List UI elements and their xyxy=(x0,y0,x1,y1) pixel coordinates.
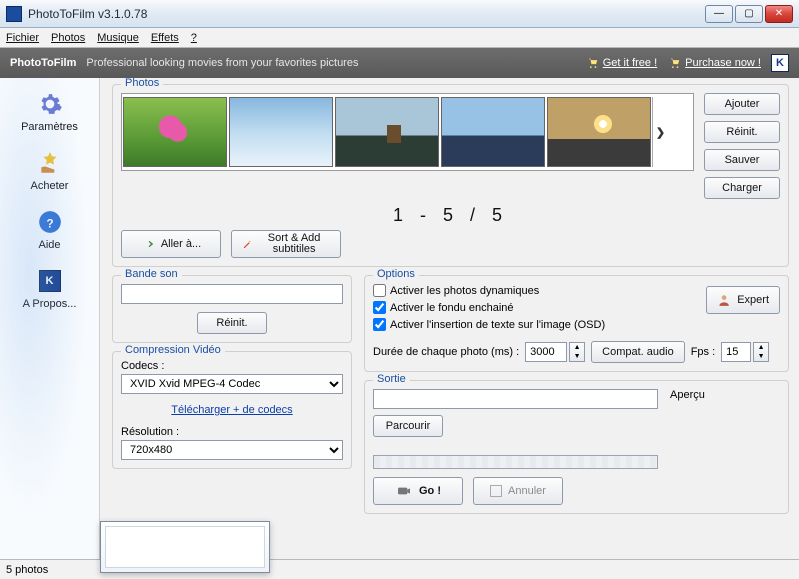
cancel-button[interactable]: Annuler xyxy=(473,477,563,505)
progress-bar xyxy=(373,455,658,469)
soundtrack-group: Bande son Réinit. xyxy=(112,275,352,343)
compression-group: Compression Vidéo Codecs : XVID Xvid MPE… xyxy=(112,351,352,469)
duration-spinner[interactable]: ▲▼ xyxy=(569,342,585,362)
svg-text:?: ? xyxy=(46,216,53,230)
menu-help[interactable]: ? xyxy=(191,32,197,44)
gear-icon xyxy=(36,90,64,118)
title-bar: PhotoToFilm v3.1.0.78 — ▢ ✕ xyxy=(0,0,799,28)
maximize-button[interactable]: ▢ xyxy=(735,5,763,23)
photo-thumb[interactable] xyxy=(123,97,227,167)
stop-icon xyxy=(490,485,502,497)
browse-button[interactable]: Parcourir xyxy=(373,415,443,437)
close-button[interactable]: ✕ xyxy=(765,5,793,23)
add-button[interactable]: Ajouter xyxy=(704,93,780,115)
sidebar-item-about[interactable]: K A Propos... xyxy=(5,261,95,320)
menu-bar: Fichier Photos Musique Effets ? xyxy=(0,28,799,48)
photo-counter: 1 - 5 / 5 xyxy=(121,205,780,226)
strip-next-button[interactable]: ❯ xyxy=(652,97,668,167)
sidebar-item-settings[interactable]: Paramètres xyxy=(5,84,95,143)
duration-label: Durée de chaque photo (ms) : xyxy=(373,346,519,358)
options-legend: Options xyxy=(373,268,419,280)
reset-button[interactable]: Réinit. xyxy=(704,121,780,143)
duration-input[interactable] xyxy=(525,342,567,362)
soundtrack-reset-button[interactable]: Réinit. xyxy=(197,312,267,334)
sidebar-item-label: Paramètres xyxy=(5,121,95,133)
menu-file[interactable]: Fichier xyxy=(6,32,39,44)
task-thumbnail[interactable] xyxy=(100,521,270,573)
person-icon xyxy=(717,292,731,308)
cart-icon xyxy=(667,56,681,70)
soundtrack-input[interactable] xyxy=(121,284,343,304)
photos-group: Photos ❯ Ajouter Réinit. Sauver Charger xyxy=(112,84,789,267)
fps-spinner[interactable]: ▲▼ xyxy=(753,342,769,362)
cart-icon xyxy=(585,56,599,70)
output-path-input[interactable] xyxy=(373,389,658,409)
expert-button[interactable]: Expert xyxy=(706,286,780,314)
download-codecs-link[interactable]: Télécharger + de codecs xyxy=(171,404,292,416)
photo-strip[interactable]: ❯ xyxy=(121,93,694,171)
window-title: PhotoToFilm v3.1.0.78 xyxy=(28,7,705,21)
resolution-select[interactable]: 720x480 xyxy=(121,440,343,460)
fps-label: Fps : xyxy=(691,346,715,358)
hand-star-icon xyxy=(36,149,64,177)
sidebar: Paramètres Acheter ? Aide K A Propos... xyxy=(0,78,100,559)
soundtrack-legend: Bande son xyxy=(121,268,182,280)
content-area: Photos ❯ Ajouter Réinit. Sauver Charger xyxy=(100,78,799,559)
photo-thumb[interactable] xyxy=(335,97,439,167)
preview-label: Aperçu xyxy=(670,389,780,401)
dynamic-photos-input[interactable] xyxy=(373,284,386,297)
help-icon: ? xyxy=(36,208,64,236)
arrow-icon xyxy=(141,237,155,251)
options-group: Options Activer les photos dynamiques Ac… xyxy=(364,275,789,372)
wand-icon xyxy=(242,237,252,251)
photo-thumb[interactable] xyxy=(547,97,651,167)
photo-thumb[interactable] xyxy=(441,97,545,167)
get-free-link[interactable]: Get it free ! xyxy=(585,56,657,70)
load-button[interactable]: Charger xyxy=(704,177,780,199)
crossfade-input[interactable] xyxy=(373,301,386,314)
photos-legend: Photos xyxy=(121,78,163,89)
save-button[interactable]: Sauver xyxy=(704,149,780,171)
go-button[interactable]: Go ! xyxy=(373,477,463,505)
codec-select[interactable]: XVID Xvid MPEG-4 Codec xyxy=(121,374,343,394)
sidebar-item-help[interactable]: ? Aide xyxy=(5,202,95,261)
menu-photos[interactable]: Photos xyxy=(51,32,85,44)
sidebar-item-label: Aide xyxy=(5,239,95,251)
fps-input[interactable] xyxy=(721,342,751,362)
vendor-logo[interactable]: K xyxy=(771,54,789,72)
status-count: 5 photos xyxy=(6,564,48,576)
photo-thumb[interactable] xyxy=(229,97,333,167)
menu-effects[interactable]: Effets xyxy=(151,32,179,44)
osd-input[interactable] xyxy=(373,318,386,331)
promo-bar: PhotoToFilm Professional looking movies … xyxy=(0,48,799,78)
menu-music[interactable]: Musique xyxy=(97,32,139,44)
purchase-link[interactable]: Purchase now ! xyxy=(667,56,761,70)
tagline: Professional looking movies from your fa… xyxy=(86,57,358,69)
compression-legend: Compression Vidéo xyxy=(121,344,225,356)
osd-checkbox[interactable]: Activer l'insertion de texte sur l'image… xyxy=(373,318,780,331)
codecs-label: Codecs : xyxy=(121,360,343,372)
brand-label: PhotoToFilm xyxy=(10,57,76,69)
minimize-button[interactable]: — xyxy=(705,5,733,23)
output-group: Sortie Parcourir Go ! xyxy=(364,380,789,514)
sidebar-item-label: Acheter xyxy=(5,180,95,192)
camera-icon xyxy=(395,483,413,499)
goto-button[interactable]: Aller à... xyxy=(121,230,221,258)
compat-audio-button[interactable]: Compat. audio xyxy=(591,341,685,363)
vendor-icon: K xyxy=(36,267,64,295)
sidebar-item-buy[interactable]: Acheter xyxy=(5,143,95,202)
sort-subtitles-button[interactable]: Sort & Add subtitiles xyxy=(231,230,341,258)
resolution-label: Résolution : xyxy=(121,426,343,438)
app-icon xyxy=(6,6,22,22)
output-legend: Sortie xyxy=(373,373,410,385)
sidebar-item-label: A Propos... xyxy=(5,298,95,310)
